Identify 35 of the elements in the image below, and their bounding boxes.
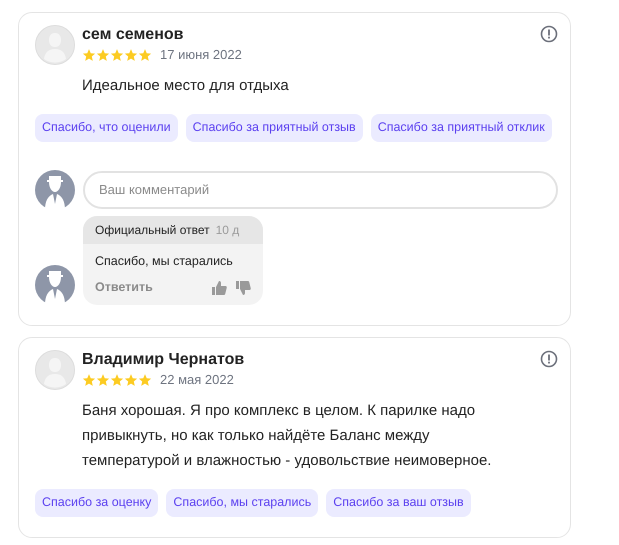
star-icon — [124, 48, 138, 62]
star-icon — [138, 48, 152, 62]
quick-reply-chip[interactable]: Спасибо за ваш отзыв — [326, 488, 471, 516]
star-icon — [96, 372, 110, 387]
quick-reply-chip[interactable]: Спасибо, мы старались — [166, 488, 318, 516]
comment-field[interactable]: Ваш комментарий — [83, 170, 558, 208]
quick-reply-chip[interactable]: Спасибо, что оценили — [35, 114, 178, 142]
reply-age: 10 д — [216, 222, 240, 238]
answer-link[interactable]: Ответить — [95, 278, 153, 297]
avatar-icon — [35, 170, 75, 210]
report-icon[interactable] — [540, 25, 558, 43]
review-date: 22 мая 2022 — [160, 371, 234, 389]
review-text: Баня хорошая. Я про комплекс в целом. К парилке надо привыкнуть, но как только найдёте Баланс между температурой и влажностью - удовольствие неимоверное. — [82, 400, 492, 470]
review-date: 17 июня 2022 — [160, 46, 242, 64]
author-name: Владимир Чернатов — [82, 350, 244, 370]
star-icon — [124, 372, 138, 387]
quick-reply-chip[interactable]: Спасибо за приятный отклик — [370, 114, 552, 142]
reply-label: Официальный ответ — [95, 222, 210, 238]
star-icon — [110, 372, 124, 387]
star-icon — [96, 48, 110, 62]
report-icon[interactable] — [540, 350, 558, 368]
review-text: Идеальное место для отдыха — [82, 76, 290, 96]
avatar-icon — [35, 350, 75, 390]
thumbs-up-icon[interactable] — [211, 280, 227, 296]
author-name: сем семенов — [82, 25, 184, 45]
thumbs-down-icon[interactable] — [235, 280, 251, 296]
reply-text: Спасибо, мы старались — [95, 252, 234, 270]
quick-reply-chip[interactable]: Спасибо за оценку — [35, 488, 158, 516]
avatar-icon — [35, 265, 75, 305]
star-icon — [138, 372, 152, 387]
star-icon — [110, 48, 124, 62]
star-icon — [82, 48, 96, 62]
star-icon — [82, 372, 96, 387]
quick-reply-chip[interactable]: Спасибо за приятный отзыв — [186, 114, 363, 142]
avatar-icon — [35, 25, 75, 65]
